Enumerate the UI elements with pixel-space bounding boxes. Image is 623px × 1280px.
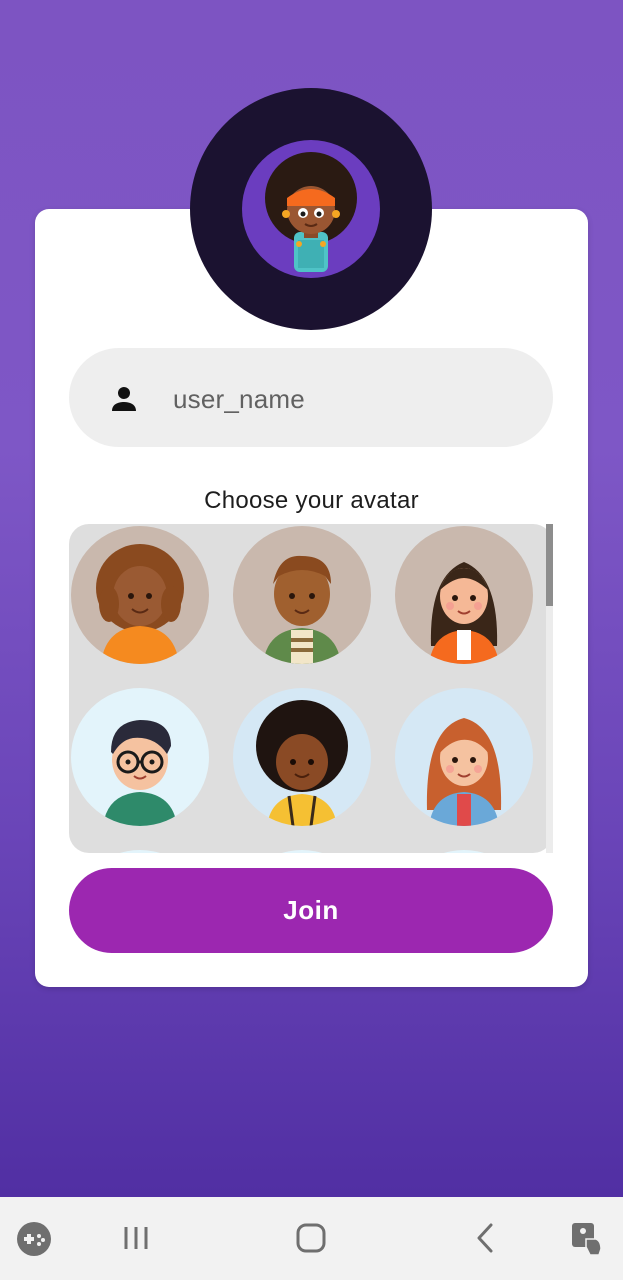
game-launcher-icon [17, 1222, 51, 1256]
person-icon [112, 387, 136, 411]
avatar-grid[interactable] [69, 524, 553, 853]
back-icon [477, 1223, 493, 1253]
system-nav-bar [0, 1197, 623, 1280]
boy-glasses-green-shirt-avatar-icon [103, 720, 177, 826]
boy-curly-black-hair-yellow-shirt-avatar-icon [256, 700, 348, 826]
avatar-option-4[interactable] [71, 688, 209, 826]
app-screen: user_name Choose your avatar Join [0, 0, 623, 1197]
game-launcher-button[interactable] [12, 1217, 56, 1261]
girl-long-dark-hair-orange-jacket-avatar-icon [429, 562, 499, 664]
back-button[interactable] [463, 1217, 507, 1261]
avatar-grid-scrollbar[interactable] [546, 524, 553, 853]
girl-red-hair-denim-jacket-avatar-icon [426, 718, 502, 826]
avatar-option-6[interactable] [395, 688, 533, 826]
home-button[interactable] [289, 1217, 333, 1261]
join-button[interactable]: Join [69, 868, 553, 953]
girl-afro-orange-headband-avatar-icon [265, 152, 357, 272]
avatar-option-3[interactable] [395, 526, 533, 664]
home-icon [296, 1223, 326, 1253]
avatar-option-1[interactable] [71, 526, 209, 664]
avatar-option-2[interactable] [233, 526, 371, 664]
recent-apps-button[interactable] [115, 1217, 159, 1261]
avatar-option-7[interactable] [71, 850, 209, 853]
selected-avatar [242, 140, 380, 278]
choose-avatar-label: Choose your avatar [204, 487, 419, 514]
girl-curly-brown-hair-avatar-icon [96, 544, 184, 664]
assistant-touch-icon [572, 1223, 602, 1256]
boy-brown-hair-green-jacket-avatar-icon [263, 555, 341, 664]
avatar-option-5[interactable] [233, 688, 371, 826]
assistant-touch-button[interactable] [566, 1217, 610, 1261]
avatar-option-9[interactable] [395, 850, 533, 853]
username-value[interactable]: user_name [173, 384, 305, 415]
recent-apps-icon [124, 1227, 148, 1249]
selected-avatar-ring [190, 88, 432, 330]
avatar-option-8[interactable] [233, 850, 371, 853]
scrollbar-thumb[interactable] [546, 524, 553, 606]
